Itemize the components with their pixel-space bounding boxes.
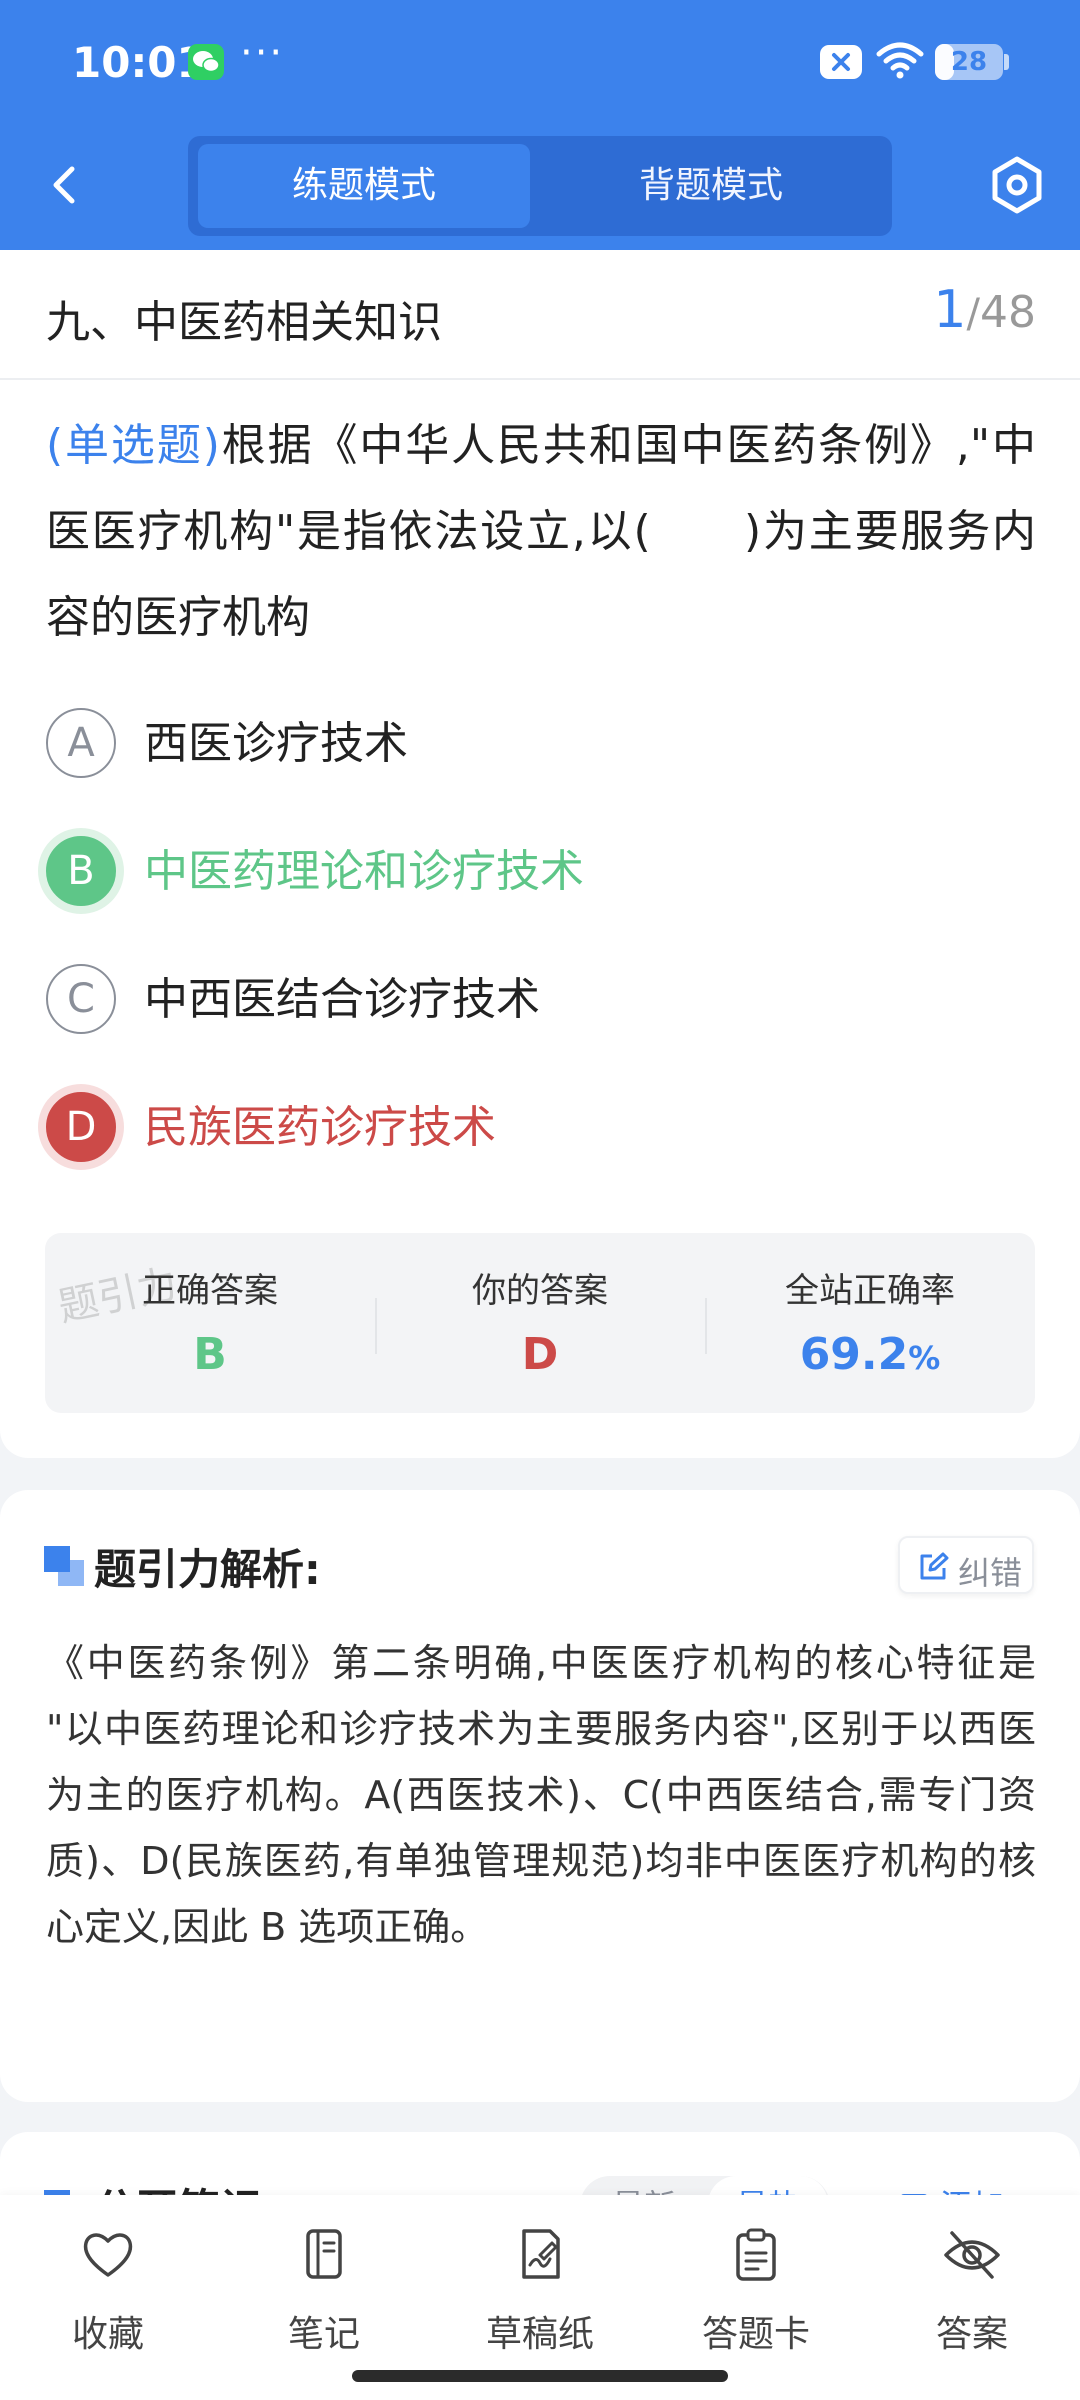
mute-icon <box>820 45 862 79</box>
section-row: 九、中医药相关知识 1/48 <box>0 250 1080 380</box>
option-b-text: 中医药理论和诊疗技术 <box>144 846 584 897</box>
progress-current: 1 <box>933 280 967 340</box>
answer-sheet-label: 答题卡 <box>701 2314 810 2355</box>
tab-practice-mode[interactable]: 练题模式 <box>198 144 530 228</box>
wifi-icon <box>875 40 925 84</box>
edit-pencil-icon <box>920 1552 949 1580</box>
option-c-text: 中西医结合诊疗技术 <box>144 974 540 1025</box>
option-b-letter: B <box>46 836 116 906</box>
question-type-label: (单选题) <box>46 420 220 471</box>
toggle-answer-label: 答案 <box>935 2314 1008 2355</box>
your-answer-block: 你的答案 D <box>375 1233 705 1413</box>
option-d[interactable]: D 民族医药诊疗技术 <box>40 1082 1040 1172</box>
favorite-label: 收藏 <box>71 2314 144 2355</box>
settings-button[interactable] <box>985 153 1049 217</box>
correct-answer-label: 正确答案 <box>142 1271 278 1311</box>
settings-hexagon-icon <box>992 156 1042 214</box>
report-error-button[interactable]: 纠错 <box>898 1536 1034 1594</box>
progress-total: 48 <box>980 287 1036 338</box>
explanation-text: 《中医药条例》第二条明确,中医医疗机构的核心特征是 "以中医药理论和诊疗技术为主… <box>46 1641 1036 1949</box>
correct-answer-block: 正确答案 B <box>45 1233 375 1413</box>
back-button[interactable] <box>42 155 92 215</box>
accuracy-unit: % <box>908 1339 941 1377</box>
header: 10:01 ··· 28 练题模式 背题模式 <box>0 0 1080 250</box>
mode-switch: 练题模式 背题模式 <box>188 136 892 236</box>
nav-bar: 练题模式 背题模式 <box>0 125 1080 250</box>
option-d-letter: D <box>46 1092 116 1162</box>
answer-summary: 题引力 正确答案 B 你的答案 D 全站正确率 69.2% <box>45 1233 1035 1413</box>
section-title: 九、中医药相关知识 <box>46 297 442 348</box>
notes-button[interactable]: 笔记 <box>216 2195 432 2365</box>
answer-sheet-icon <box>736 2228 776 2281</box>
notebook-icon <box>306 2229 342 2279</box>
notes-label: 笔记 <box>287 2314 360 2355</box>
report-error-label: 纠错 <box>958 1554 1023 1592</box>
home-indicator[interactable] <box>352 2370 728 2382</box>
your-answer-label: 你的答案 <box>472 1271 608 1311</box>
explanation-icon <box>44 1546 84 1586</box>
option-d-text: 民族医药诊疗技术 <box>144 1102 496 1153</box>
battery-level: 28 <box>950 47 988 77</box>
status-bar: 10:01 ··· 28 <box>0 0 1080 125</box>
accuracy-number: 69.2 <box>799 1329 909 1380</box>
eye-slash-icon <box>944 2231 1000 2279</box>
draft-paper-button[interactable]: 草稿纸 <box>432 2195 648 2365</box>
progress-separator: / <box>966 291 980 337</box>
option-a-letter: A <box>46 708 116 778</box>
question-text: (单选题)根据《中华人民共和国中医药条例》,"中医医疗机构"是指依法设立,以( … <box>46 403 1036 661</box>
accuracy-value: 69.2% <box>705 1329 1035 1380</box>
battery-indicator: 28 <box>935 44 1003 80</box>
option-c-letter: C <box>46 964 116 1034</box>
option-c[interactable]: C 中西医结合诊疗技术 <box>40 954 1040 1044</box>
heart-icon <box>83 2233 133 2277</box>
question-card: 九、中医药相关知识 1/48 (单选题)根据《中华人民共和国中医药条例》,"中医… <box>0 250 1080 1458</box>
more-notifications-icon: ··· <box>240 30 285 76</box>
favorite-button[interactable]: 收藏 <box>0 2195 216 2365</box>
your-answer-value: D <box>521 1329 559 1380</box>
back-chevron-icon <box>53 166 75 204</box>
explanation-card: 题引力解析: 纠错 《中医药条例》第二条明确,中医医疗机构的核心特征是 "以中医… <box>0 1490 1080 2102</box>
explanation-title: 题引力解析: <box>94 1545 321 1594</box>
question-progress[interactable]: 1/48 <box>933 280 1036 340</box>
accuracy-label: 全站正确率 <box>785 1271 955 1311</box>
tab-memorize-mode[interactable]: 背题模式 <box>540 144 882 228</box>
toggle-answer-button[interactable]: 答案 <box>864 2195 1080 2365</box>
option-a[interactable]: A 西医诊疗技术 <box>40 698 1040 788</box>
option-a-text: 西医诊疗技术 <box>144 718 408 769</box>
correct-answer-value: B <box>193 1329 227 1380</box>
battery-cap <box>1004 54 1009 70</box>
draft-paper-icon <box>522 2229 560 2279</box>
wechat-icon <box>188 44 224 80</box>
option-b[interactable]: B 中医药理论和诊疗技术 <box>40 826 1040 916</box>
status-time: 10:01 <box>72 38 206 87</box>
app-screen: 10:01 ··· 28 练题模式 背题模式 九、中医药相关知识 1/48 (单… <box>0 0 1080 2400</box>
answer-sheet-button[interactable]: 答题卡 <box>648 2195 864 2365</box>
draft-paper-label: 草稿纸 <box>485 2314 594 2355</box>
accuracy-block: 全站正确率 69.2% <box>705 1233 1035 1413</box>
